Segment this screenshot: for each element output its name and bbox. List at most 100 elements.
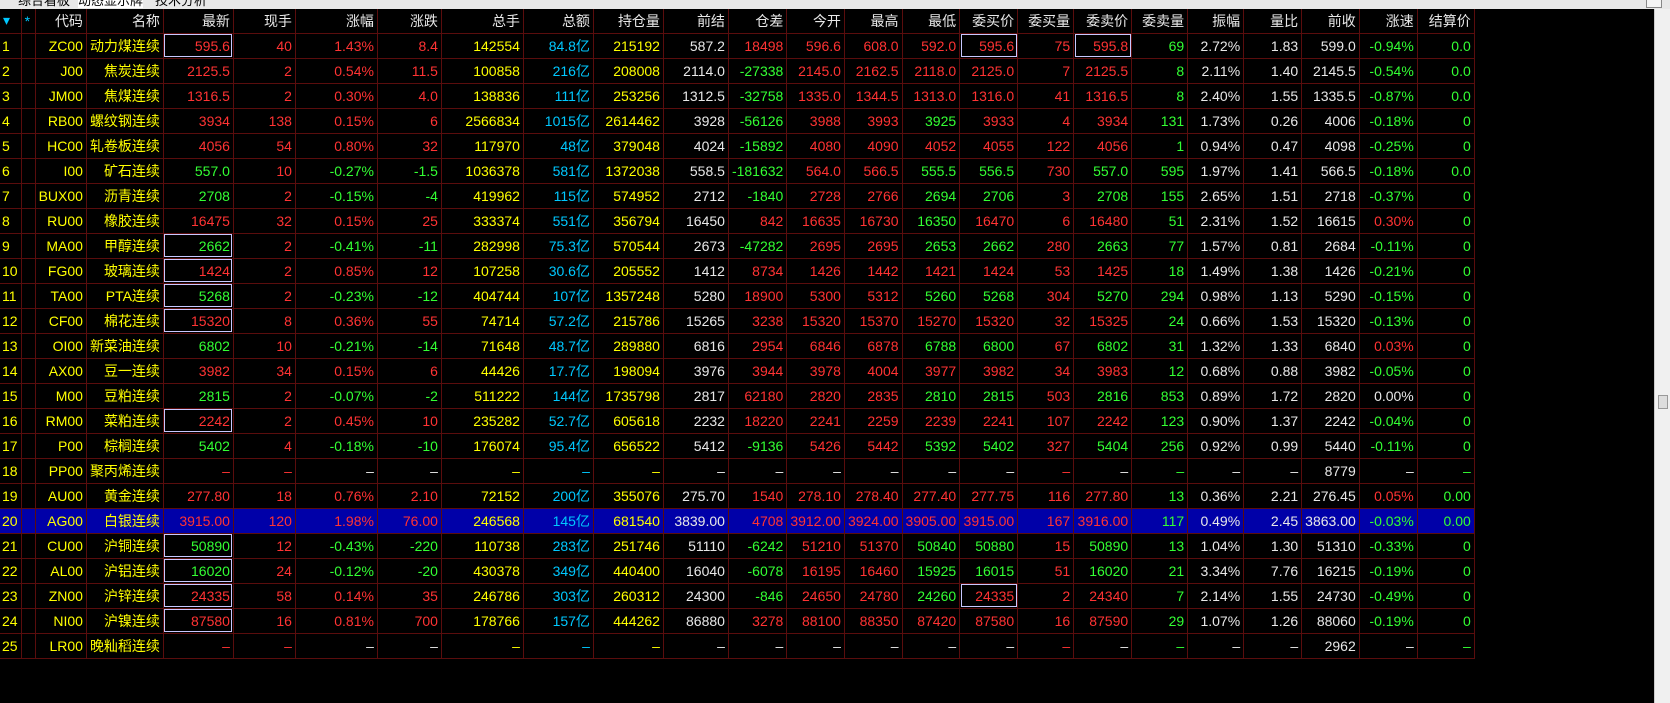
cell-high: 88350	[844, 608, 903, 634]
cell-prev-settle: 6816	[663, 333, 729, 359]
cell-change-pct: 0.15%	[295, 108, 378, 134]
table-row[interactable]: 14 AX00 豆一连续 3982 34 0.15% 6 44426 17.7亿 198094 39…	[0, 358, 1475, 384]
header-col-turnover[interactable]: 总额	[523, 9, 594, 34]
header-col-name[interactable]: 名称	[86, 9, 164, 34]
table-row[interactable]: 4 RB00 螺纹钢连续 3934 138 0.15% 6 2566834 1015亿 26144…	[0, 108, 1475, 134]
cell-speed: -0.18%	[1359, 108, 1418, 134]
cell-bid-vol: 167	[1017, 508, 1075, 534]
table-row[interactable]: 2 J00 焦炭连续 2125.5 2 0.54% 11.5 100858 216亿 208008…	[0, 58, 1475, 84]
cell-open-interest: 356794	[593, 208, 664, 234]
cell-prev-settle: 3839.00	[663, 508, 729, 534]
header-col-ask-vol[interactable]: 委卖量	[1131, 9, 1189, 34]
cell-low: 15270	[902, 308, 961, 334]
cell-bid-vol: 53	[1017, 258, 1075, 284]
header-col-bid-vol[interactable]: 委买量	[1017, 9, 1075, 34]
table-row[interactable]: 11 TA00 PTA连续 5268 2 -0.23% -12 404744 107亿 13572…	[0, 283, 1475, 309]
cell-turnover: 95.4亿	[523, 433, 594, 459]
table-row[interactable]: 3 JM00 焦煤连续 1316.5 2 0.30% 4.0 138836 111亿 253256…	[0, 83, 1475, 109]
header-col-change-pct[interactable]: 涨幅	[295, 9, 378, 34]
table-row[interactable]: 20 AG00 白银连续 3915.00 120 1.98% 76.00 246568 145亿…	[0, 508, 1475, 534]
cell-change: 700	[377, 608, 442, 634]
cell-code: CU00	[35, 533, 87, 559]
table-row[interactable]: 22 AL00 沪铝连续 16020 24 -0.12% -20 430378 349亿 4404…	[0, 558, 1475, 584]
cell-last: 1424	[163, 258, 234, 284]
header-col-sort[interactable]: ▾	[0, 9, 22, 34]
table-row[interactable]: 6 I00 矿石连续 557.0 10 -0.27% -1.5 1036378 581亿 1372…	[0, 158, 1475, 184]
table-row[interactable]: 12 CF00 棉花连续 15320 8 0.36% 55 74714 57.2亿 215786 1…	[0, 308, 1475, 334]
table-row[interactable]: 24 NI00 沪镍连续 87580 16 0.81% 700 178766 157亿 44426…	[0, 608, 1475, 634]
header-col-star[interactable]: *	[21, 9, 36, 34]
vertical-scrollbar[interactable]	[1654, 9, 1670, 703]
cell-total-vol: 282998	[441, 233, 524, 259]
cell-oi-change: 3944	[728, 358, 788, 384]
cell-last: 5268	[163, 283, 234, 309]
cell-total-vol: 72152	[441, 483, 524, 509]
cell-speed: -0.19%	[1359, 608, 1418, 634]
table-row[interactable]: 21 CU00 沪铜连续 50890 12 -0.43% -220 110738 283亿 251…	[0, 533, 1475, 559]
table-row[interactable]: 15 M00 豆粕连续 2815 2 -0.07% -2 511222 144亿 1735798 2…	[0, 383, 1475, 409]
cell-bid-vol: 51	[1017, 558, 1075, 584]
table-row[interactable]: 17 P00 棕榈连续 5402 4 -0.18% -10 176074 95.4亿 656522…	[0, 433, 1475, 459]
header-col-prev-settle[interactable]: 前结	[663, 9, 729, 34]
tab-dynamic-board[interactable]: 动态显示牌	[78, 0, 144, 8]
table-row[interactable]: 7 BUX00 沥青连续 2708 2 -0.15% -4 419962 115亿 574952 2…	[0, 183, 1475, 209]
cell-low: 6788	[902, 333, 961, 359]
header-col-last[interactable]: 最新	[163, 9, 234, 34]
cell-speed: -0.87%	[1359, 83, 1418, 109]
cell-last: 595.6	[163, 33, 234, 59]
cell-bid-vol: 7	[1017, 58, 1075, 84]
header-col-open[interactable]: 今开	[786, 9, 845, 34]
cell-vol-ratio: 0.99	[1243, 433, 1303, 459]
tab-technical-analysis[interactable]: 技术分析	[155, 0, 207, 8]
cell-ask: 277.80	[1073, 483, 1133, 509]
cell-turnover: 216亿	[523, 58, 594, 84]
header-col-total-vol[interactable]: 总手	[441, 9, 524, 34]
cell-sort: 3	[0, 83, 22, 109]
header-col-prev-close[interactable]: 前收	[1301, 9, 1360, 34]
cell-low: 3905.00	[902, 508, 961, 534]
cell-oi-change: 8734	[728, 258, 788, 284]
table-row[interactable]: 8 RU00 橡胶连续 16475 32 0.15% 25 333374 551亿 356794 1…	[0, 208, 1475, 234]
scrollbar-thumb[interactable]	[1658, 395, 1668, 409]
header-col-vol-ratio[interactable]: 量比	[1243, 9, 1303, 34]
table-row[interactable]: 13 OI00 新菜油连续 6802 10 -0.21% -14 71648 48.7亿 2898…	[0, 333, 1475, 359]
header-col-low[interactable]: 最低	[902, 9, 961, 34]
header-col-amplitude[interactable]: 振幅	[1187, 9, 1245, 34]
table-row[interactable]: 10 FG00 玻璃连续 1424 2 0.85% 12 107258 30.6亿 205552 1…	[0, 258, 1475, 284]
table-row[interactable]: 16 RM00 菜粕连续 2242 2 0.45% 10 235282 52.7亿 605618 2…	[0, 408, 1475, 434]
table-row[interactable]: 18 PP00 聚丙烯连续 – – – – – – – – – – – – – – – – – –8779– –	[0, 458, 1475, 484]
header-col-code[interactable]: 代码	[35, 9, 87, 34]
cell-prev-settle: 2673	[663, 233, 729, 259]
cell-settle: 0	[1417, 608, 1475, 634]
header-col-bid[interactable]: 委买价	[959, 9, 1019, 34]
table-row[interactable]: 25 LR00 晚籼稻连续 – – – – – – – – – – – – – – – – – –2962– –	[0, 633, 1475, 659]
cell-speed: -0.03%	[1359, 508, 1418, 534]
cell-change: 25	[377, 208, 442, 234]
cell-bid: 15320	[959, 308, 1019, 334]
table-row[interactable]: 1 ZC00 动力煤连续 595.6 40 1.43% 8.4 142554 84.8亿 2151…	[0, 33, 1475, 59]
header-col-settle[interactable]: 结算价	[1417, 9, 1475, 34]
table-row[interactable]: 9 MA00 甲醇连续 2662 2 -0.41% -11 282998 75.3亿 570544…	[0, 233, 1475, 259]
cell-vol-ratio: 1.72	[1243, 383, 1303, 409]
header-col-current-vol[interactable]: 现手	[233, 9, 296, 34]
cell-turnover: 52.7亿	[523, 408, 594, 434]
header-col-change[interactable]: 涨跌	[377, 9, 442, 34]
cell-last: –	[163, 458, 234, 484]
cell-change-pct: –	[295, 633, 378, 659]
header-col-oi-change[interactable]: 仓差	[728, 9, 788, 34]
table-row[interactable]: 5 HC00 轧卷板连续 4056 54 0.80% 32 117970 48亿 379048 40…	[0, 133, 1475, 159]
header-col-open-interest[interactable]: 持仓量	[593, 9, 664, 34]
header-col-high[interactable]: 最高	[844, 9, 903, 34]
cell-speed: -0.11%	[1359, 433, 1418, 459]
cell-low: 1313.0	[902, 83, 961, 109]
window-control-button[interactable]	[1646, 0, 1662, 8]
cell-name: 轧卷板连续	[86, 133, 164, 159]
cell-bid-vol: 67	[1017, 333, 1075, 359]
header-col-ask[interactable]: 委卖价	[1073, 9, 1133, 34]
tab-overview[interactable]: 综合看板	[18, 0, 70, 8]
table-row[interactable]: 23 ZN00 沪锌连续 24335 58 0.14% 35 246786 303亿 260312…	[0, 583, 1475, 609]
header-col-speed[interactable]: 涨速	[1359, 9, 1418, 34]
cell-settle: 0	[1417, 183, 1475, 209]
cell-turnover: 551亿	[523, 208, 594, 234]
table-row[interactable]: 19 AU00 黄金连续 277.80 18 0.76% 2.10 72152 200亿 3550…	[0, 483, 1475, 509]
